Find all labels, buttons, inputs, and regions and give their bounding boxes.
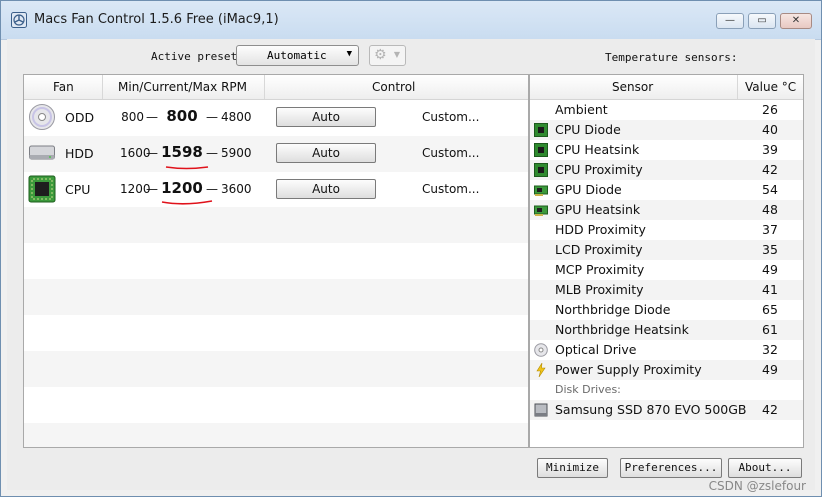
minimize-button[interactable]: Minimize [537,458,608,478]
gpu-card-icon [534,205,548,216]
sensor-name: Northbridge Heatsink [555,322,689,337]
window-title: Macs Fan Control 1.5.6 Free (iMac9,1) [34,12,279,27]
sensor-name: Ambient [555,102,608,117]
ssd-icon [534,403,548,417]
sensor-row: MLB Proximity 41 [530,280,803,300]
gpu-card-icon [534,185,548,196]
active-preset-value: Automatic [267,49,327,62]
chip-icon [534,123,548,137]
sensor-value: 42 [762,162,778,177]
sensor-value: 42 [762,402,778,417]
fan-table: Fan Min/Current/Max RPM Control ODD 800 [23,74,529,448]
chip-icon [534,163,548,177]
sensor-row: CPU Proximity 42 [530,160,803,180]
sensor-row: CPU Diode 40 [530,120,803,140]
sensor-name: Samsung SSD 870 EVO 500GB [555,402,747,417]
sensor-value: 49 [762,262,778,277]
sensor-name: MLB Proximity [555,282,644,297]
chip-icon [534,143,548,157]
sensor-row: CPU Heatsink 39 [530,140,803,160]
column-header-value[interactable]: Value °C [745,80,796,94]
sensor-value: 39 [762,142,778,157]
gear-icon: ⚙ [374,47,387,63]
app-fan-icon [11,12,27,28]
window-close-button[interactable]: ✕ [780,13,812,29]
sensor-row: MCP Proximity 49 [530,260,803,280]
main-content: Active preset: Automatic ▼ ⚙ ▼ Temperatu… [7,39,815,490]
lightning-icon [536,363,546,377]
sensor-value: 40 [762,122,778,137]
sensor-row: LCD Proximity 35 [530,240,803,260]
sensor-row: HDD Proximity 37 [530,220,803,240]
sensor-name: Optical Drive [555,342,637,357]
sensor-row: Optical Drive 32 [530,340,803,360]
sensor-row: Northbridge Diode 65 [530,300,803,320]
chevron-down-icon: ▼ [393,50,400,59]
sensor-value: 61 [762,322,778,337]
watermark-text: CSDN @zslefour [708,479,806,493]
sensor-row: Ambient 26 [530,100,803,120]
sensor-value: 26 [762,102,778,117]
active-preset-dropdown[interactable]: Automatic ▼ [236,45,359,66]
sensor-value: 65 [762,302,778,317]
sensor-name: GPU Diode [555,182,622,197]
sensor-row: Northbridge Heatsink 61 [530,320,803,340]
sensor-value: 32 [762,342,778,357]
window-minimize-button[interactable]: — [716,13,744,29]
about-button[interactable]: About... [728,458,802,478]
sensor-row: GPU Diode 54 [530,180,803,200]
optical-disc-icon [534,343,548,357]
sensor-name: HDD Proximity [555,222,646,237]
sensor-group-row: Disk Drives: [530,380,803,400]
sensor-name: GPU Heatsink [555,202,641,217]
sensor-value: 54 [762,182,778,197]
sensor-value: 35 [762,242,778,257]
sensor-row: GPU Heatsink 48 [530,200,803,220]
preferences-button[interactable]: Preferences... [620,458,722,478]
red-underline-annotation [165,166,209,170]
sensor-value: 48 [762,202,778,217]
sensor-value: 49 [762,362,778,377]
sensor-row: Power Supply Proximity 49 [530,360,803,380]
chevron-down-icon: ▼ [346,49,352,59]
sensor-name: LCD Proximity [555,242,643,257]
active-preset-label: Active preset: [151,50,244,63]
sensor-name: Northbridge Diode [555,302,671,317]
sensor-row: Samsung SSD 870 EVO 500GB 42 [530,400,803,420]
sensor-name: CPU Diode [555,122,621,137]
column-header-sensor[interactable]: Sensor [612,80,653,94]
red-underline-annotation [161,200,213,205]
sensor-name: CPU Heatsink [555,142,640,157]
sensor-name: Power Supply Proximity [555,362,702,377]
disk-drives-group-label: Disk Drives: [555,383,621,396]
preset-settings-button[interactable]: ⚙ ▼ [369,45,406,66]
sensor-table: Sensor Value °C Ambient 26 CPU Diode 40 … [529,74,804,448]
temperature-sensors-title: Temperature sensors: [605,51,738,64]
sensor-value: 37 [762,222,778,237]
sensor-name: MCP Proximity [555,262,645,277]
window-maximize-button[interactable]: ▭ [748,13,776,29]
sensor-value: 41 [762,282,778,297]
annotation-overlay [161,166,213,205]
app-window: Macs Fan Control 1.5.6 Free (iMac9,1) — … [0,0,822,497]
sensor-table-header: Sensor Value °C [530,75,803,100]
sensor-name: CPU Proximity [555,162,643,177]
title-bar[interactable]: Macs Fan Control 1.5.6 Free (iMac9,1) — … [1,1,821,40]
